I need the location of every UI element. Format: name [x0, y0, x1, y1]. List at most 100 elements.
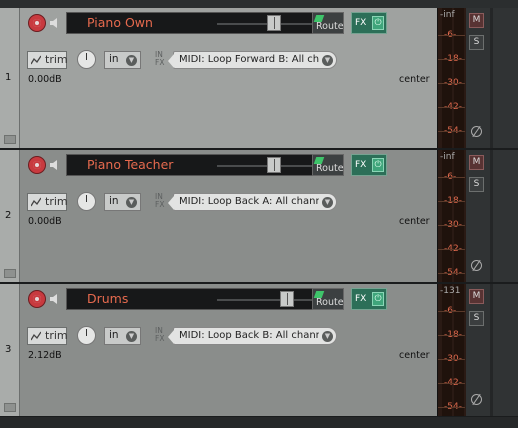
input-mode-dropdown[interactable]: in ▼	[104, 327, 141, 345]
record-arm-button[interactable]	[28, 156, 46, 174]
meter-channel-right	[454, 284, 464, 416]
track-name: Drums	[87, 291, 129, 306]
automation-mode-button[interactable]: trim	[27, 193, 68, 211]
track-number-strip[interactable]: 2	[0, 150, 20, 282]
level-meter[interactable]: -131 -6- -18- -30- -42- -54-	[437, 284, 467, 416]
pan-knob[interactable]	[77, 50, 96, 69]
track-name-field[interactable]: Piano Teacher	[66, 154, 322, 176]
phase-invert-icon[interactable]	[471, 260, 482, 271]
fx-button[interactable]: FX ⏻	[351, 288, 387, 310]
pan-knob[interactable]	[77, 326, 96, 345]
meter-channel-right	[454, 150, 464, 282]
meter-peak-readout[interactable]: -131	[440, 286, 460, 296]
meter-tick-label: -6-	[437, 306, 466, 316]
automation-mode-button[interactable]: trim	[27, 327, 68, 345]
meter-tick-label: -54-	[438, 126, 465, 136]
chevron-down-icon: ▼	[126, 331, 137, 342]
route-button[interactable]: Route	[312, 12, 344, 34]
pan-knob[interactable]	[77, 192, 96, 211]
mute-button[interactable]: M	[469, 155, 484, 170]
meter-peak-readout[interactable]: -inf	[440, 10, 455, 20]
envelope-icon	[31, 331, 41, 341]
automation-mode-button[interactable]: trim	[27, 51, 68, 69]
phase-invert-icon[interactable]	[471, 394, 482, 405]
fx-bypass-toggle[interactable]: ⏻	[372, 158, 384, 172]
fx-bypass-toggle[interactable]: ⏻	[372, 292, 384, 306]
chevron-down-icon: ▼	[322, 55, 333, 66]
volume-fader-track[interactable]	[217, 299, 317, 301]
speaker-icon[interactable]	[50, 18, 62, 28]
folder-icon[interactable]	[4, 403, 16, 412]
chevron-down-icon: ▼	[322, 331, 333, 342]
meter-channel-left	[442, 284, 452, 416]
phase-invert-icon[interactable]	[471, 126, 482, 137]
fx-button[interactable]: FX ⏻	[351, 154, 387, 176]
route-button[interactable]: Route	[312, 288, 344, 310]
chevron-down-icon: ▼	[126, 55, 137, 66]
meter-tick-label: -54-	[438, 268, 465, 278]
volume-fader-knob[interactable]	[267, 15, 281, 31]
meter-tick-label: -42-	[438, 102, 465, 112]
speaker-icon[interactable]	[50, 160, 62, 170]
track-control-panel: Piano Teacher Route FX ⏻ trim in ▼ IN FX…	[20, 150, 437, 282]
track-1[interactable]: 1 Piano Own Route FX ⏻ trim in ▼ IN FX M…	[0, 8, 518, 150]
chevron-down-icon: ▼	[126, 197, 137, 208]
meter-peak-readout[interactable]: -inf	[440, 152, 455, 162]
track-3[interactable]: 3 Drums Route FX ⏻ trim in ▼ IN FX MIDI:…	[0, 284, 518, 418]
volume-fader-knob[interactable]	[280, 291, 294, 307]
folder-icon[interactable]	[4, 269, 16, 278]
track-control-panel: Drums Route FX ⏻ trim in ▼ IN FX MIDI: L…	[20, 284, 437, 416]
volume-readout: 0.00dB	[28, 74, 62, 85]
folder-icon[interactable]	[4, 135, 16, 144]
mute-button[interactable]: M	[469, 13, 484, 28]
track-number: 2	[5, 210, 12, 221]
track-side-controls: M S	[466, 150, 518, 282]
meter-tick-label: -18-	[438, 54, 465, 64]
pan-readout: center	[399, 350, 430, 361]
chevron-down-icon: ▼	[322, 197, 333, 208]
fx-bypass-toggle[interactable]: ⏻	[372, 16, 384, 30]
track-name: Piano Teacher	[87, 157, 174, 172]
scrollbar-track[interactable]	[490, 8, 493, 148]
input-selector-dropdown[interactable]: MIDI: Loop Back A: All channel: ▼	[168, 193, 337, 211]
pan-readout: center	[399, 216, 430, 227]
meter-tick-label: -54-	[438, 402, 465, 412]
fx-button[interactable]: FX ⏻	[351, 12, 387, 34]
meter-tick-label: -6-	[437, 172, 466, 182]
track-side-controls: M S	[466, 8, 518, 148]
volume-readout: 0.00dB	[28, 216, 62, 227]
scrollbar-track[interactable]	[490, 150, 493, 282]
input-mode-dropdown[interactable]: in ▼	[104, 193, 141, 211]
record-arm-button[interactable]	[28, 14, 46, 32]
route-button[interactable]: Route	[312, 154, 344, 176]
input-mode-dropdown[interactable]: in ▼	[104, 51, 141, 69]
input-selector-dropdown[interactable]: MIDI: Loop Forward B: All chan ▼	[168, 51, 337, 69]
track-name: Piano Own	[87, 15, 153, 30]
envelope-icon	[31, 55, 41, 65]
track-control-panel: Piano Own Route FX ⏻ trim in ▼ IN FX MID…	[20, 8, 437, 148]
solo-button[interactable]: S	[469, 35, 484, 50]
pan-readout: center	[399, 74, 430, 85]
track-number: 3	[5, 344, 12, 355]
meter-tick-label: -30-	[438, 220, 465, 230]
meter-channel-left	[442, 150, 452, 282]
solo-button[interactable]: S	[469, 311, 484, 326]
speaker-icon[interactable]	[50, 294, 62, 304]
track-number-strip[interactable]: 1	[0, 8, 20, 148]
input-selector-dropdown[interactable]: MIDI: Loop Back B: All channel: ▼	[168, 327, 337, 345]
record-arm-button[interactable]	[28, 290, 46, 308]
mute-button[interactable]: M	[469, 289, 484, 304]
level-meter[interactable]: -inf -6- -18- -30- -42- -54-	[437, 8, 467, 148]
volume-fader-knob[interactable]	[267, 157, 281, 173]
track-number-strip[interactable]: 3	[0, 284, 20, 416]
track-name-field[interactable]: Piano Own	[66, 12, 322, 34]
track-side-controls: M S	[466, 284, 518, 416]
level-meter[interactable]: -inf -6- -18- -30- -42- -54-	[437, 150, 467, 282]
track-name-field[interactable]: Drums	[66, 288, 322, 310]
scrollbar-track[interactable]	[490, 284, 493, 416]
bottom-strip	[0, 417, 518, 428]
solo-button[interactable]: S	[469, 177, 484, 192]
meter-tick-label: -30-	[438, 78, 465, 88]
meter-tick-label: -18-	[438, 196, 465, 206]
track-2[interactable]: 2 Piano Teacher Route FX ⏻ trim in ▼ IN …	[0, 150, 518, 284]
